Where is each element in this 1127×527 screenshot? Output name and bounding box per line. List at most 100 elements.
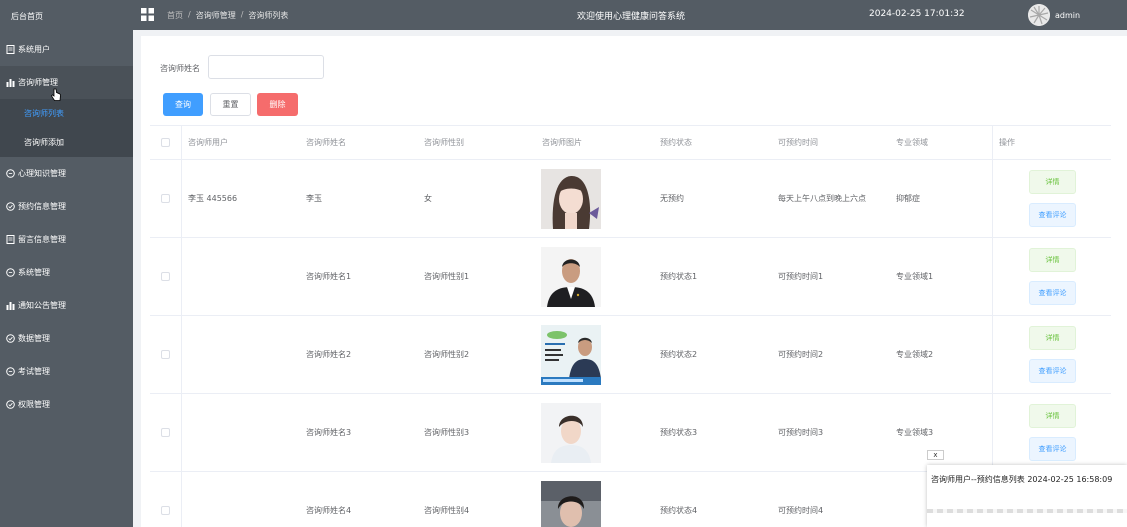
cell-gender: 咨询师性别3 <box>424 428 470 437</box>
breadcrumb: 首页 / 咨询师管理 / 咨询师列表 <box>167 10 288 21</box>
cell-actions: 详情 查看评论 <box>992 238 1111 315</box>
sidebar-item-system-users[interactable]: 系统用户 <box>0 33 133 66</box>
view-comments-button[interactable]: 查看评论 <box>1029 281 1076 305</box>
table-row: 李玉 445566 李玉 女 无预约 每天上午八点到晚上六点 抑郁症 详情 查看… <box>150 160 1111 238</box>
delete-button[interactable]: 删除 <box>257 93 298 116</box>
cell-time: 每天上午八点到晚上六点 <box>778 194 866 203</box>
detail-button[interactable]: 详情 <box>1029 248 1076 272</box>
chat-icon <box>6 169 15 178</box>
counselor-photo <box>541 402 601 463</box>
cell-gender: 咨询师性别1 <box>424 272 470 281</box>
cell-actions: 详情 查看评论 <box>992 160 1111 237</box>
notification-close-button[interactable]: x <box>927 450 944 460</box>
content-card: 咨询师姓名 查询 重置 删除 咨询师用户 咨询师姓名 咨询师性别 咨询师图片 预… <box>141 36 1127 527</box>
detail-button[interactable]: 详情 <box>1029 404 1076 428</box>
bar-chart-icon <box>6 301 15 310</box>
view-comments-button[interactable]: 查看评论 <box>1029 203 1076 227</box>
breadcrumb-item: 咨询师列表 <box>248 11 289 20</box>
cell-photo <box>536 160 654 237</box>
menu-grid-icon[interactable] <box>141 8 154 21</box>
sidebar-item-exams[interactable]: 考试管理 <box>0 355 133 388</box>
table-row: 咨询师姓名2 咨询师性别2 预约状态2 可预约时间2 专业领域2 详情 查看评论 <box>150 316 1111 394</box>
cell-gender: 女 <box>424 194 432 203</box>
sidebar-subitem-counselor-add[interactable]: 咨询师添加 <box>0 128 133 157</box>
detail-button[interactable]: 详情 <box>1029 170 1076 194</box>
checkbox-cell <box>150 238 182 315</box>
sidebar-item-system[interactable]: 系统管理 <box>0 256 133 289</box>
notification-progress-bar <box>927 509 1127 513</box>
document-icon <box>6 235 15 244</box>
cell-photo <box>536 394 654 471</box>
detail-button[interactable]: 详情 <box>1029 326 1076 350</box>
sidebar-item-appointment[interactable]: 预约信息管理 <box>0 190 133 223</box>
sidebar-item-label: 咨询师管理 <box>18 78 58 87</box>
sidebar-item-label: 系统管理 <box>18 268 50 277</box>
view-comments-button[interactable]: 查看评论 <box>1029 359 1076 383</box>
counselor-photo <box>541 246 601 307</box>
breadcrumb-home[interactable]: 首页 <box>167 10 183 21</box>
sidebar-item-label: 心理知识管理 <box>18 169 66 178</box>
sidebar-item-permissions[interactable]: 权限管理 <box>0 388 133 421</box>
row-checkbox[interactable] <box>161 350 170 359</box>
row-checkbox[interactable] <box>161 428 170 437</box>
column-header: 咨询师姓名 <box>306 138 346 147</box>
cell-actions: 详情 查看评论 <box>992 394 1111 471</box>
sidebar-item-knowledge[interactable]: 心理知识管理 <box>0 157 133 190</box>
cell-time: 可预约时间4 <box>778 506 824 515</box>
query-button[interactable]: 查询 <box>163 93 203 116</box>
sidebar-subitem-label: 咨询师列表 <box>24 109 64 118</box>
cell-field: 专业领域1 <box>896 272 934 281</box>
sidebar-item-label: 权限管理 <box>18 400 50 409</box>
breadcrumb-item[interactable]: 咨询师管理 <box>196 10 236 21</box>
counselor-photo <box>541 168 601 229</box>
sidebar-item-counselor-management[interactable]: 咨询师管理 <box>0 66 133 99</box>
table-row: 咨询师姓名1 咨询师性别1 预约状态1 可预约时间1 专业领域1 详情 查看评论 <box>150 238 1111 316</box>
cell-user <box>182 316 300 393</box>
row-checkbox[interactable] <box>161 272 170 281</box>
sidebar-subitem-counselor-list[interactable]: 咨询师列表 <box>0 99 133 128</box>
cell-user <box>182 472 300 527</box>
column-header: 预约状态 <box>660 138 692 147</box>
sidebar-item-home[interactable]: 后台首页 <box>0 0 133 33</box>
sidebar-subitem-label: 咨询师添加 <box>24 138 64 147</box>
hand-cursor-icon <box>50 88 61 101</box>
cell-gender: 咨询师性别2 <box>424 350 470 359</box>
header-checkbox-cell <box>150 126 182 159</box>
sidebar-item-messages[interactable]: 留言信息管理 <box>0 223 133 256</box>
column-header: 可预约时间 <box>778 138 818 147</box>
cell-status: 预约状态2 <box>660 350 698 359</box>
checkbox-cell <box>150 160 182 237</box>
notification-popup[interactable]: 咨询师用户--预约信息列表 2024-02-25 16:58:09 <box>927 465 1127 527</box>
select-all-checkbox[interactable] <box>161 138 170 147</box>
view-comments-button[interactable]: 查看评论 <box>1029 437 1076 461</box>
check-circle-icon <box>6 334 15 343</box>
cell-field: 专业领域2 <box>896 350 934 359</box>
checkbox-cell <box>150 472 182 527</box>
top-bar: 首页 / 咨询师管理 / 咨询师列表 欢迎使用心理健康问答系统 2024-02-… <box>133 0 1127 30</box>
notification-text: 咨询师用户--预约信息列表 2024-02-25 16:58:09 <box>931 475 1113 484</box>
cell-photo <box>536 238 654 315</box>
cell-status: 预约状态1 <box>660 272 698 281</box>
sidebar-item-notices[interactable]: 通知公告管理 <box>0 289 133 322</box>
username[interactable]: admin <box>1055 11 1080 20</box>
column-header: 咨询师图片 <box>542 138 582 147</box>
document-icon <box>6 45 15 54</box>
column-header: 咨询师性别 <box>424 138 464 147</box>
counselor-name-search-input[interactable] <box>208 55 324 79</box>
reset-button[interactable]: 重置 <box>210 93 251 116</box>
row-checkbox[interactable] <box>161 506 170 515</box>
bar-chart-icon <box>6 78 15 87</box>
row-checkbox[interactable] <box>161 194 170 203</box>
cell-time: 可预约时间1 <box>778 272 824 281</box>
cell-name: 李玉 <box>306 194 322 203</box>
system-title: 欢迎使用心理健康问答系统 <box>577 12 686 22</box>
cell-status: 无预约 <box>660 194 684 203</box>
cell-time: 可预约时间3 <box>778 428 824 437</box>
cell-user: 李玉 445566 <box>188 194 238 203</box>
sidebar-item-data[interactable]: 数据管理 <box>0 322 133 355</box>
cell-status: 预约状态4 <box>660 506 698 515</box>
breadcrumb-separator: / <box>240 10 244 19</box>
avatar[interactable] <box>1028 4 1050 26</box>
cell-status: 预约状态3 <box>660 428 698 437</box>
search-label: 咨询师姓名 <box>160 64 200 73</box>
